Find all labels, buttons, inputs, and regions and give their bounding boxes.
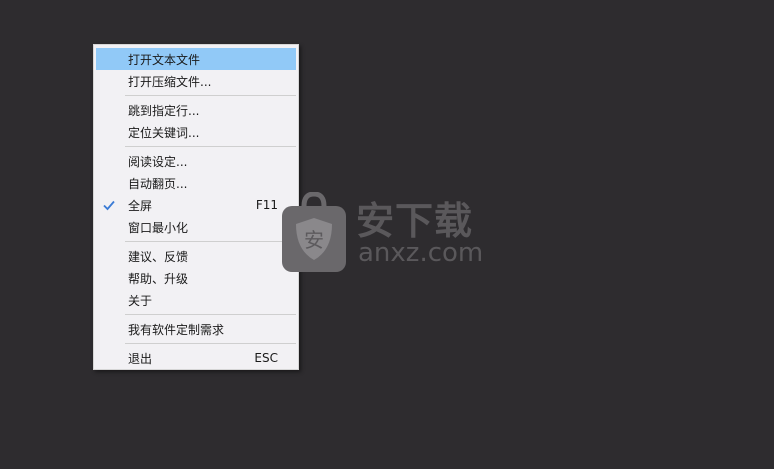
menu-item-label: 建议、反馈 [128,249,189,264]
menu-item-label: 阅读设定... [128,154,188,169]
menu-item-label: 窗口最小化 [128,220,189,235]
menu-separator [125,95,296,96]
watermark-logo: 安 安下载 anxz.com [278,190,498,280]
menu-item-label: 退出 [128,351,153,366]
menu-item-label: 定位关键词... [128,125,200,140]
menu-separator [125,241,296,242]
menu-item-label: 全屏 [128,198,153,213]
menu-item-exit[interactable]: 退出 ESC [96,347,296,369]
menu-item-help-upgrade[interactable]: 帮助、升级 [96,267,296,289]
menu-item-shortcut: F11 [255,198,278,212]
menu-item-label: 帮助、升级 [128,271,189,286]
menu-item-find-keyword[interactable]: 定位关键词... [96,121,296,143]
menu-item-shortcut: ESC [254,351,278,365]
menu-item-fullscreen[interactable]: 全屏 F11 [96,194,296,216]
menu-item-feedback[interactable]: 建议、反馈 [96,245,296,267]
watermark-title: 安下载 [356,199,474,243]
checkmark-icon [103,200,115,211]
menu-separator [125,343,296,344]
menu-item-label: 打开文本文件 [128,52,201,67]
context-menu: 打开文本文件 打开压缩文件... 跳到指定行... 定位关键词... 阅读设定.… [93,44,299,370]
menu-item-goto-line[interactable]: 跳到指定行... [96,99,296,121]
menu-item-open-text-file[interactable]: 打开文本文件 [96,48,296,70]
menu-item-open-archive[interactable]: 打开压缩文件... [96,70,296,92]
menu-item-label: 跳到指定行... [128,103,200,118]
menu-item-custom-software[interactable]: 我有软件定制需求 [96,318,296,340]
menu-item-auto-page[interactable]: 自动翻页... [96,172,296,194]
menu-item-about[interactable]: 关于 [96,289,296,311]
menu-item-label: 我有软件定制需求 [128,322,225,337]
menu-separator [125,146,296,147]
menu-item-label: 关于 [128,293,153,308]
watermark-subtitle: anxz.com [358,238,484,268]
menu-item-reading-settings[interactable]: 阅读设定... [96,150,296,172]
menu-item-label: 打开压缩文件... [128,74,212,89]
shield-bag-icon: 安 [282,192,346,272]
shield-char: 安 [304,228,324,252]
menu-item-label: 自动翻页... [128,176,188,191]
menu-item-minimize-window[interactable]: 窗口最小化 [96,216,296,238]
menu-separator [125,314,296,315]
